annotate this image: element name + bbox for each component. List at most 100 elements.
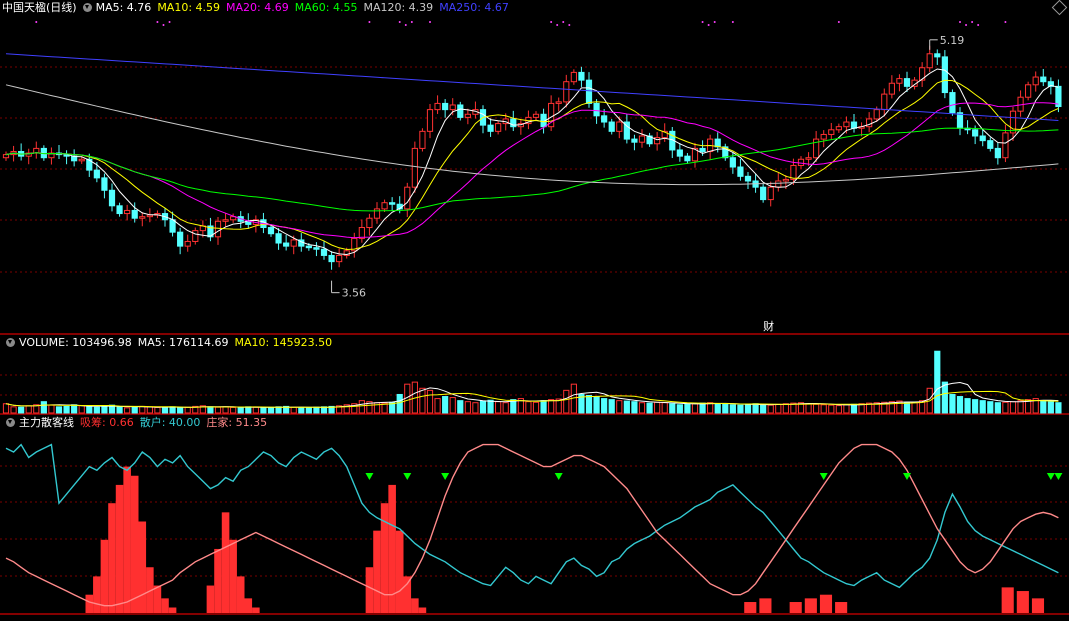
event-dot [162,24,165,26]
chart-canvas[interactable]: 5.19 3.56 财 [0,0,1069,618]
candle-body [464,113,471,118]
volume-legend: VOLUME: 103496.98 MA5: 176114.69 MA10: 145… [2,335,344,350]
candle-body [336,254,343,263]
event-dot [977,24,980,26]
candle-body [820,133,827,140]
candle-body [714,138,721,148]
event-dot [1004,21,1007,23]
volume-toggle-icon[interactable] [6,337,15,347]
indicator-value-0: 吸筹: 0.66 [80,416,134,429]
volume-bar [782,403,789,414]
main-indicator-4: MA120: 4.39 [363,1,434,14]
indicator-toggle-icon[interactable] [82,2,92,12]
candle-body [1040,76,1047,83]
signal-triangle [819,473,828,480]
candle-body [177,231,184,247]
candle-body [320,248,328,256]
signal-triangle [365,473,374,480]
xichou-bar [804,598,817,613]
volume-bar [585,395,593,414]
xichou-bar [244,598,253,613]
xichou-bar [108,503,116,613]
event-dot [701,21,704,23]
candle-body [775,180,782,188]
volume-bar [911,402,918,414]
candle-body [888,82,895,95]
candle-body [744,175,752,182]
xichou-bar [819,594,833,613]
candle-body [358,227,365,239]
candle-body [426,109,434,132]
volume-bar [934,350,941,414]
main-indicator-list: MA5: 4.76 MA10: 4.59 MA20: 4.69 MA60: 4.55 M… [96,1,515,14]
volume-bar [699,402,706,414]
candle-body [222,219,229,222]
xichou-bar [130,475,139,613]
volume-bar [86,406,93,414]
volume-bar [669,403,676,414]
high-price-label: 5.19 [940,34,965,47]
low-price-label: 3.56 [342,287,367,300]
candle-body [797,158,805,166]
xichou-bar [161,598,169,613]
volume-bar [828,404,835,414]
volume-bar [245,406,252,414]
volume-bar [767,404,774,414]
volume-bar [457,400,464,414]
volume-bar [722,403,729,414]
candle-body [267,227,275,235]
volume-bar [601,398,608,414]
event-dot [556,24,559,26]
xichou-bar [100,539,109,613]
candle-body [116,205,123,215]
candle-body [419,130,426,149]
candle-body [2,154,10,159]
xichou-bar [759,598,772,613]
candle-body [699,147,706,153]
ma5-line [5,68,1059,256]
main-indicator-2: MA20: 4.69 [226,1,289,14]
candle-body [616,121,623,132]
volume-bar [40,401,47,414]
volume-bar [752,403,759,414]
xichou-bar [373,530,381,613]
xichou-bar [411,598,419,613]
event-dot [429,21,431,23]
indicator-panel-toggle-icon[interactable] [6,417,15,427]
candle-body [873,109,880,120]
event-dot [959,21,961,23]
candle-body [373,208,381,219]
candle-body [366,217,373,229]
volume-bar [608,399,615,414]
xichou-bar [365,567,374,613]
candle-body [737,166,744,177]
volume-bar [230,406,237,414]
volume-bar [744,403,752,414]
volume-bar [184,406,191,414]
candle-body [404,186,411,210]
xichou-bar [403,576,412,613]
xichou-bar [115,484,124,613]
candle-body [487,124,494,132]
candle-body [631,138,638,143]
event-dot [971,21,974,23]
indicator-value-2: 庄家: 51.35 [206,416,268,429]
main-indicator-1: MA10: 4.59 [157,1,221,14]
candle-body [782,178,789,182]
candle-body [93,169,100,179]
event-dot [398,21,401,23]
candle-body [949,92,956,114]
candle-body [994,147,1001,159]
candle-body [532,113,540,118]
candle-body [843,121,850,128]
volume-bar [540,400,547,414]
volume-bar [729,404,736,414]
candle-body [729,157,736,168]
volume-bar [972,399,979,414]
volume-bar [941,381,948,414]
xichou-bar [229,539,237,613]
signal-triangle [554,473,563,480]
volume-bar [638,402,646,414]
xichou-bar [835,602,848,613]
volume-bar [813,403,820,414]
